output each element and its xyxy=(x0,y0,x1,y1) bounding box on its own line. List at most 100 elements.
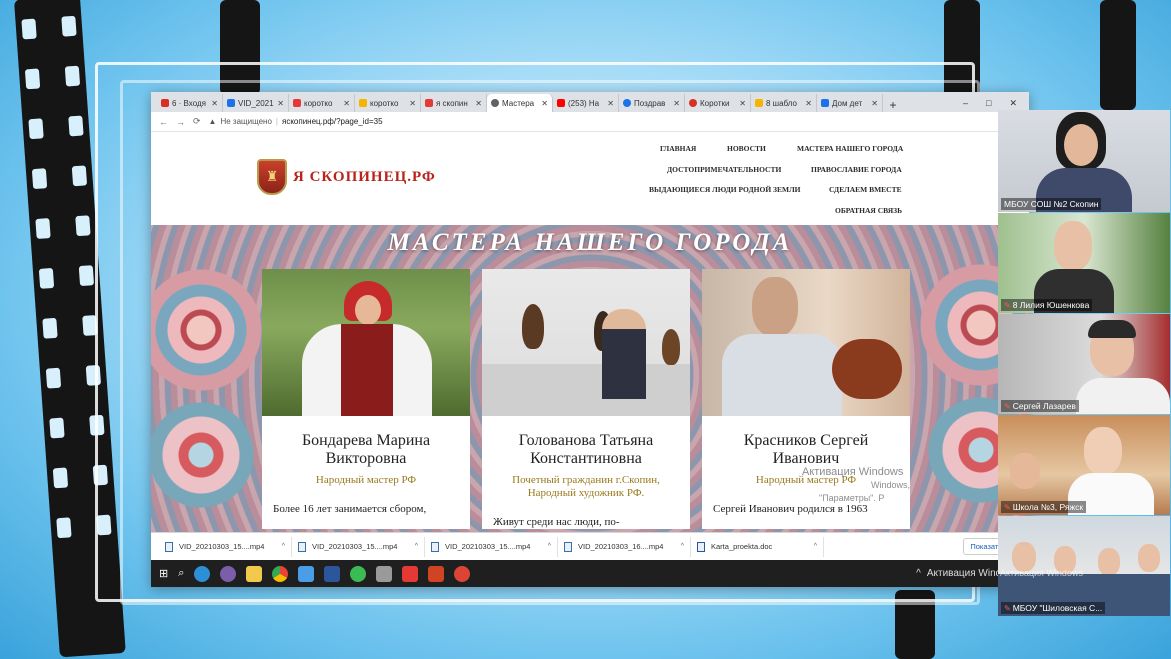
tab-favicon-icon xyxy=(557,99,565,107)
warning-icon: ▲ xyxy=(208,117,217,126)
search-icon[interactable]: ⌕ xyxy=(178,567,184,580)
menu-item-feedback[interactable]: ОБРАТНАЯ СВЯЗЬ xyxy=(835,206,902,215)
windows-start-icon[interactable]: ⊞ xyxy=(159,567,168,580)
green-app-icon[interactable] xyxy=(350,565,367,582)
file-icon xyxy=(564,541,572,552)
mic-muted-icon: ✎ xyxy=(1004,503,1011,512)
minimize-button[interactable]: – xyxy=(963,98,968,108)
close-tab-icon[interactable]: ✕ xyxy=(541,99,548,108)
participant-face-2 xyxy=(1010,453,1040,489)
participant-video[interactable]: МБОУ СОШ №2 Скопин xyxy=(998,110,1170,212)
tab-favicon-icon xyxy=(227,99,235,107)
new-tab-button[interactable]: + xyxy=(885,98,901,112)
windows-taskbar: ⊞ ⌕ ^ Активация Windows xyxy=(151,560,1029,587)
browser-tab[interactable]: 6 · Входя ✕ xyxy=(157,94,223,112)
close-tab-icon[interactable]: ✕ xyxy=(277,99,284,108)
tray-chevron-icon[interactable]: ^ xyxy=(916,568,921,579)
film-hole xyxy=(38,267,55,289)
film-strip-right xyxy=(1100,0,1136,110)
close-tab-icon[interactable]: ✕ xyxy=(673,99,680,108)
browser-tab[interactable]: я скопин ✕ xyxy=(421,94,487,112)
master-description: Сергей Иванович родился в 1963 xyxy=(713,503,868,515)
browser-tab[interactable]: Поздрав ✕ xyxy=(619,94,685,112)
reload-icon[interactable]: ⟳ xyxy=(193,116,201,127)
chevron-up-icon[interactable]: ^ xyxy=(415,543,418,550)
browser-tab[interactable]: VID_2021 ✕ xyxy=(223,94,289,112)
edge-icon[interactable] xyxy=(194,565,211,582)
browser-tab[interactable]: 8 шабло ✕ xyxy=(751,94,817,112)
film-hole xyxy=(75,215,91,237)
forward-icon[interactable]: → xyxy=(176,117,185,127)
word-icon[interactable] xyxy=(324,565,341,582)
download-filename: VID_20210303_15....mp4 xyxy=(179,542,265,551)
download-item[interactable]: VID_20210303_15....mp4 ^ xyxy=(159,536,292,557)
download-item[interactable]: Karta_proekta.doc ^ xyxy=(691,536,824,557)
menu-item-sights[interactable]: ДОСТОПРИМЕЧАТЕЛЬНОСТИ xyxy=(667,165,781,174)
film-hole xyxy=(64,65,81,87)
close-tab-icon[interactable]: ✕ xyxy=(343,99,350,108)
participant-video[interactable]: ✎ Сергей Лазарев xyxy=(998,314,1170,414)
participant-video[interactable]: Активация Windows ✎ МБОУ "Шиловская С... xyxy=(998,516,1170,616)
browser-tab[interactable]: Дом дет ✕ xyxy=(817,94,883,112)
master-card[interactable]: Голованова Татьяна Константиновна Почетн… xyxy=(482,269,690,529)
mail-icon[interactable] xyxy=(298,565,315,582)
red-app-icon[interactable] xyxy=(454,565,471,582)
url-field[interactable]: ▲ Не защищено | яскопинец.рф/?page_id=35 xyxy=(209,117,990,126)
photos-icon[interactable] xyxy=(376,565,393,582)
master-card[interactable]: Красников Сергей Иванович Народный масте… xyxy=(702,269,910,529)
master-description: Более 16 лет занимается сбором, xyxy=(273,503,427,515)
film-hole xyxy=(31,168,48,190)
participant-video[interactable]: ✎ Школа №3, Ряжск xyxy=(998,415,1170,515)
tab-favicon-icon xyxy=(821,99,829,107)
maximize-button[interactable]: □ xyxy=(986,98,991,108)
chevron-up-icon[interactable]: ^ xyxy=(681,543,684,550)
participant-face xyxy=(1084,427,1122,475)
chevron-up-icon[interactable]: ^ xyxy=(814,543,817,550)
participant-video[interactable]: ✎ 8 Лилия Юшенкова xyxy=(998,213,1170,313)
close-tab-icon[interactable]: ✕ xyxy=(805,99,812,108)
close-tab-icon[interactable]: ✕ xyxy=(739,99,746,108)
download-item[interactable]: VID_20210303_15....mp4 ^ xyxy=(425,536,558,557)
browser-tab[interactable]: Коротки ✕ xyxy=(685,94,751,112)
file-explorer-icon[interactable] xyxy=(246,565,263,582)
site-logo[interactable]: ♜ Я СКОПИНЕЦ.РФ xyxy=(257,159,436,195)
download-item[interactable]: VID_20210303_16....mp4 ^ xyxy=(558,536,691,557)
menu-item-home[interactable]: ГЛАВНАЯ xyxy=(660,144,696,153)
file-icon xyxy=(431,541,439,552)
download-filename: VID_20210303_16....mp4 xyxy=(578,542,664,551)
powerpoint-icon[interactable] xyxy=(428,565,445,582)
master-photo xyxy=(702,269,910,416)
browser-tab[interactable]: (253) Нa ✕ xyxy=(553,94,619,112)
download-item[interactable]: VID_20210303_15....mp4 ^ xyxy=(292,536,425,557)
close-tab-icon[interactable]: ✕ xyxy=(409,99,416,108)
browser-tab[interactable]: коротко ✕ xyxy=(289,94,355,112)
close-tab-icon[interactable]: ✕ xyxy=(871,99,878,108)
menu-item-famous-people[interactable]: ВЫДАЮЩИЕСЯ ЛЮДИ РОДНОЙ ЗЕМЛИ xyxy=(649,185,801,194)
figure-face xyxy=(752,277,798,337)
close-tab-icon[interactable]: ✕ xyxy=(475,99,482,108)
close-window-button[interactable]: ✕ xyxy=(1009,98,1017,109)
tor-browser-icon[interactable] xyxy=(220,565,237,582)
menu-item-news[interactable]: НОВОСТИ xyxy=(727,144,766,153)
windows-activation-watermark-2: Windows, xyxy=(871,480,911,490)
master-role: Народный мастер РФ xyxy=(315,474,417,486)
close-tab-icon[interactable]: ✕ xyxy=(211,99,218,108)
browser-tab-active[interactable]: Мастера ✕ xyxy=(487,94,553,112)
figure-presenter xyxy=(602,309,646,399)
download-filename: Karta_proekta.doc xyxy=(711,542,773,551)
menu-item-do-together[interactable]: СДЕЛАЕМ ВМЕСТЕ xyxy=(829,185,902,194)
mic-muted-icon: ✎ xyxy=(1004,402,1011,411)
security-label: Не защищено xyxy=(220,117,272,126)
film-hole xyxy=(78,265,95,287)
chevron-up-icon[interactable]: ^ xyxy=(282,543,285,550)
close-tab-icon[interactable]: ✕ xyxy=(607,99,614,108)
chevron-up-icon[interactable]: ^ xyxy=(548,543,551,550)
back-icon[interactable]: ← xyxy=(159,117,168,127)
menu-item-orthodoxy[interactable]: ПРАВОСЛАВИЕ ГОРОДА xyxy=(811,165,902,174)
browser-tab[interactable]: коротко ✕ xyxy=(355,94,421,112)
master-card[interactable]: Бондарева Марина Викторовна Народный мас… xyxy=(262,269,470,529)
chrome-icon[interactable] xyxy=(272,565,289,582)
menu-item-masters[interactable]: МАСТЕРА НАШЕГО ГОРОДА xyxy=(797,144,903,153)
overlay-activation-text: Активация Windows xyxy=(1000,568,1083,578)
yandex-icon[interactable] xyxy=(402,565,419,582)
